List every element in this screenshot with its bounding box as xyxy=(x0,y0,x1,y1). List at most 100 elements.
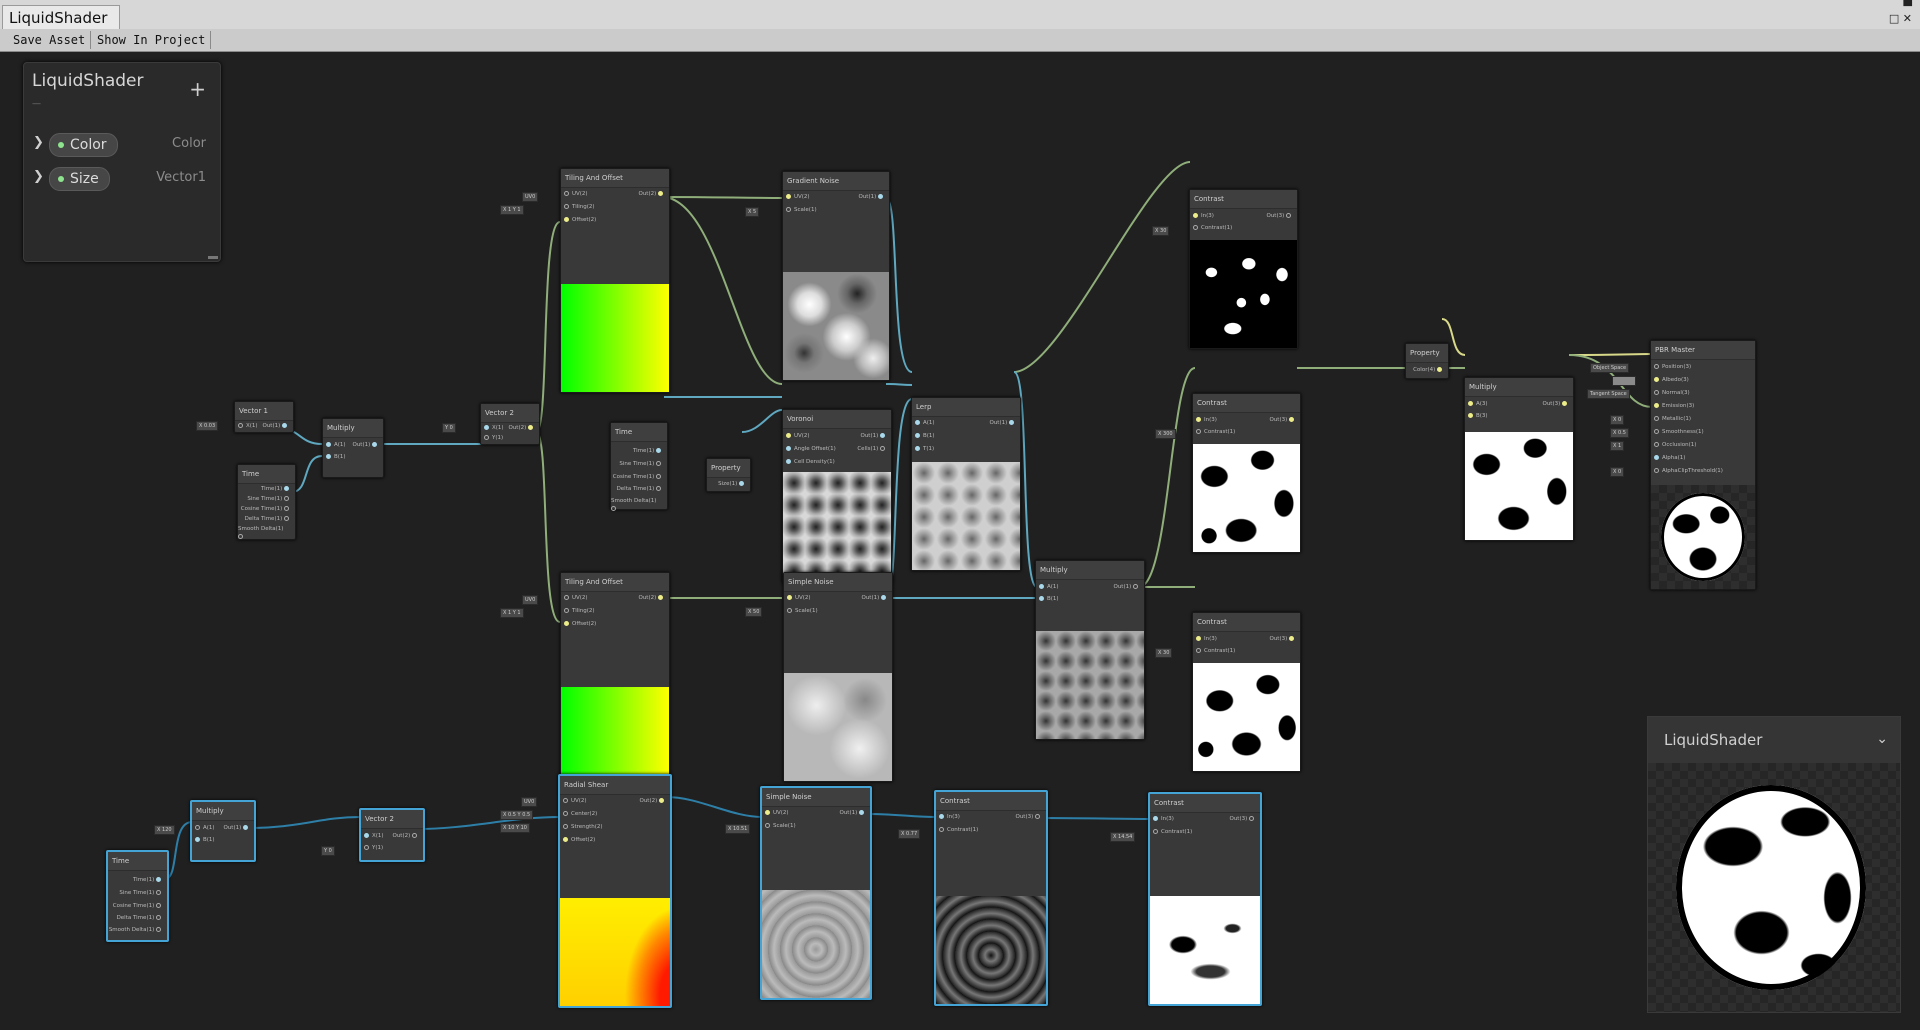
port-smooth-delta[interactable]: Smooth Delta(1) xyxy=(611,497,664,513)
port-out[interactable]: Out(1) xyxy=(352,441,380,449)
port-contrast[interactable]: Contrast(1) xyxy=(939,826,978,834)
port-scale[interactable]: Scale(1) xyxy=(765,822,796,830)
show-in-project-button[interactable]: Show In Project xyxy=(92,31,212,49)
port-a[interactable]: A(1) xyxy=(195,824,215,832)
port-t[interactable]: T(1) xyxy=(915,445,934,453)
maximize-icon[interactable]: □ xyxy=(1889,12,1899,25)
tiling-and-offset-node[interactable]: Tiling And Offset UV(2) Tiling(2) Offset… xyxy=(560,168,670,393)
port-offset[interactable]: Offset(2) xyxy=(564,216,596,224)
port-strength[interactable]: Strength(2) xyxy=(563,823,603,831)
port-in[interactable]: In(3) xyxy=(1193,212,1214,220)
metallic-input[interactable]: X 0 xyxy=(1610,415,1625,425)
port-in[interactable]: In(3) xyxy=(1153,815,1174,823)
port-contrast[interactable]: Contrast(1) xyxy=(1193,224,1232,232)
vector2-y-input[interactable]: Y 0 xyxy=(321,846,335,856)
port-out[interactable]: Out(3) xyxy=(1542,400,1570,408)
vector1-input[interactable]: X 0.03 xyxy=(196,421,219,431)
port-tiling[interactable]: Tiling(2) xyxy=(564,203,595,211)
port-time[interactable]: Time(1) xyxy=(261,485,292,493)
uv-channel-input[interactable]: UV0 xyxy=(521,797,538,807)
port-cosine-time[interactable]: Cosine Time(1) xyxy=(113,902,164,910)
strength-input[interactable]: X 10 Y 10 xyxy=(500,823,530,833)
contrast-node[interactable]: Contrast In(3) Contrast(1) Out(3) xyxy=(1148,792,1262,1006)
resize-handle[interactable] xyxy=(208,256,218,259)
multiply-a-input[interactable]: X 120 xyxy=(154,825,175,835)
multiply-node[interactable]: Multiply A(1) B(1) Out(1) xyxy=(190,800,256,862)
port-delta-time[interactable]: Delta Time(1) xyxy=(245,515,292,523)
gradient-noise-node[interactable]: Gradient Noise UV(2) Scale(1) Out(1) xyxy=(782,171,890,381)
chevron-down-icon[interactable]: ⌄ xyxy=(1876,731,1888,747)
port-uv[interactable]: UV(2) xyxy=(564,594,588,602)
port-normal[interactable]: Normal(3) xyxy=(1654,389,1690,397)
port-out[interactable]: Out(3) xyxy=(1015,813,1043,821)
port-out[interactable]: Out(1) xyxy=(839,809,867,817)
port-x[interactable]: X(1) xyxy=(364,832,384,840)
contrast-input[interactable]: X 14.54 xyxy=(1110,832,1136,842)
port-uv[interactable]: UV(2) xyxy=(786,432,810,440)
port-scale[interactable]: Scale(1) xyxy=(787,607,818,615)
port-in[interactable]: In(3) xyxy=(939,813,960,821)
port-delta-time[interactable]: Delta Time(1) xyxy=(117,914,164,922)
port-emission[interactable]: Emission(3) xyxy=(1654,402,1694,410)
chevron-right-icon[interactable]: ❯ xyxy=(33,169,44,184)
port-sine-time[interactable]: Sine Time(1) xyxy=(619,460,664,468)
pbr-master-node[interactable]: PBR Master Position(3) Albedo(3) Normal(… xyxy=(1650,340,1756,590)
port-cells[interactable]: Cells(1) xyxy=(857,445,888,453)
scale-input[interactable]: X 5 xyxy=(745,207,760,217)
albedo-color-swatch[interactable] xyxy=(1612,376,1636,386)
port-uv[interactable]: UV(2) xyxy=(563,797,587,805)
contrast-node[interactable]: Contrast In(3) Contrast(1) Out(3) xyxy=(1192,393,1301,553)
property-color-node[interactable]: Property Color(4) xyxy=(1405,343,1449,379)
scale-input[interactable]: X 10.51 xyxy=(725,824,751,834)
property-size-node[interactable]: Property Size(1) xyxy=(706,458,751,492)
port-occlusion[interactable]: Occlusion(1) xyxy=(1654,441,1696,449)
port-albedo[interactable]: Albedo(3) xyxy=(1654,376,1689,384)
occlusion-input[interactable]: X 1 xyxy=(1610,441,1625,451)
port-center[interactable]: Center(2) xyxy=(563,810,597,818)
tiling-input[interactable]: X 1 Y 1 xyxy=(500,608,524,618)
port-b[interactable]: B(3) xyxy=(1468,412,1488,420)
port-smooth-delta[interactable]: Smooth Delta(1) xyxy=(109,926,164,934)
port-y[interactable]: Y(1) xyxy=(364,844,383,852)
contrast-node[interactable]: Contrast In(3) Contrast(1) Out(3) xyxy=(1189,189,1298,349)
uv-channel-input[interactable]: UV0 xyxy=(522,192,539,202)
window-tab[interactable]: LiquidShader xyxy=(2,5,121,30)
save-asset-button[interactable]: Save Asset xyxy=(8,31,92,49)
port-y[interactable]: Y(1) xyxy=(484,434,503,442)
property-pill[interactable]: Color xyxy=(49,133,118,157)
port-alpha-clip[interactable]: AlphaClipThreshold(1) xyxy=(1654,467,1723,475)
port-time[interactable]: Time(1) xyxy=(133,876,164,884)
port-sine-time[interactable]: Sine Time(1) xyxy=(247,495,292,503)
contrast-node[interactable]: Contrast In(3) Contrast(1) Out(3) xyxy=(934,790,1048,1006)
port-contrast[interactable]: Contrast(1) xyxy=(1196,647,1235,655)
port-scale[interactable]: Scale(1) xyxy=(786,206,817,214)
contrast-input[interactable]: X 0.77 xyxy=(898,829,921,839)
port-x[interactable]: X(1) xyxy=(484,424,504,432)
port-smooth-delta[interactable]: Smooth Delta(1) xyxy=(238,525,292,541)
port-out[interactable]: Out(1) xyxy=(858,193,886,201)
graph-canvas[interactable]: Vector 1 X(1) Out(1) X 0.03 Multiply A(1… xyxy=(0,52,1920,1030)
port-out[interactable]: Out(2) xyxy=(638,190,666,198)
port-delta-time[interactable]: Delta Time(1) xyxy=(617,485,664,493)
port-out[interactable]: Out(2) xyxy=(392,832,420,840)
property-pill[interactable]: Size xyxy=(49,167,110,191)
voronoi-node[interactable]: Voronoi UV(2) Angle Offset(1) Cell Densi… xyxy=(782,409,892,583)
port-color[interactable]: Color(4) xyxy=(1413,366,1445,374)
add-property-button[interactable]: + xyxy=(189,79,206,99)
port-smoothness[interactable]: Smoothness(1) xyxy=(1654,428,1704,436)
normal-space-dropdown[interactable]: Tangent Space xyxy=(1587,389,1630,399)
port-a[interactable]: A(1) xyxy=(1039,583,1059,591)
time-node[interactable]: Time Time(1) Sine Time(1) Cosine Time(1)… xyxy=(237,464,296,540)
port-in[interactable]: In(3) xyxy=(1196,416,1217,424)
port-x[interactable]: X(1) xyxy=(238,422,258,430)
port-metallic[interactable]: Metallic(1) xyxy=(1654,415,1691,423)
port-out[interactable]: Out(1) xyxy=(223,824,251,832)
vector2-node[interactable]: Vector 2 X(1) Y(1) Out(2) xyxy=(480,403,540,445)
port-out[interactable]: Out(3) xyxy=(1269,635,1297,643)
port-angle-offset[interactable]: Angle Offset(1) xyxy=(786,445,836,453)
port-time[interactable]: Time(1) xyxy=(633,447,664,455)
port-in[interactable]: In(3) xyxy=(1196,635,1217,643)
port-size[interactable]: Size(1) xyxy=(718,480,747,488)
blackboard-property-row[interactable]: ❯ Color Color xyxy=(24,131,220,157)
center-input[interactable]: X 0.5 Y 0.5 xyxy=(500,810,534,820)
